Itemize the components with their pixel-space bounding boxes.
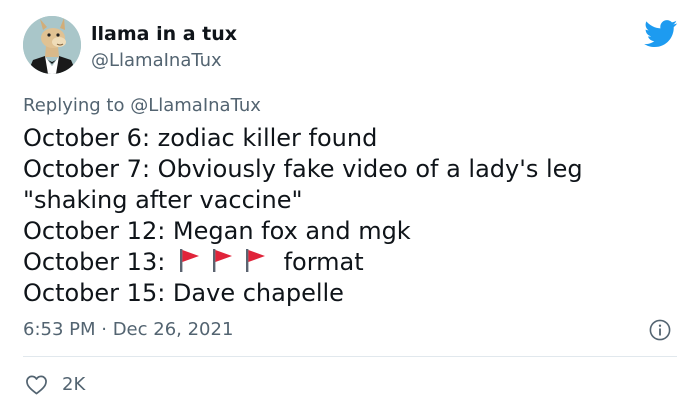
red-flag-emoji-icon	[212, 249, 232, 272]
divider	[23, 356, 677, 357]
like-button[interactable]: 2K	[25, 372, 85, 396]
flag-line-suffix: format	[283, 248, 364, 276]
body-line: October 15: Dave chapelle	[23, 279, 344, 307]
like-count: 2K	[62, 373, 86, 395]
tweet-timestamp[interactable]: 6:53 PM · Dec 26, 2021	[23, 319, 233, 340]
author-handle[interactable]: @LlamaInaTux	[91, 50, 222, 71]
twitter-bird-icon[interactable]	[644, 20, 678, 48]
tweet-card: llama in a tux @LlamaInaTux Replying to …	[0, 0, 700, 410]
llama-avatar-icon	[23, 16, 81, 74]
replying-to: Replying to @LlamaInaTux	[23, 95, 261, 116]
body-line-flags: October 13: format	[23, 247, 583, 278]
avatar[interactable]	[23, 16, 81, 74]
heart-icon	[26, 375, 47, 394]
replying-prefix: Replying to	[23, 95, 131, 116]
info-icon[interactable]	[649, 319, 671, 341]
author-display-name[interactable]: llama in a tux	[91, 23, 237, 45]
body-line: October 7: Obviously fake video of a lad…	[23, 155, 583, 183]
reply-mention-link[interactable]: @LlamaInaTux	[130, 95, 261, 116]
tweet-body: October 6: zodiac killer found October 7…	[23, 123, 583, 309]
body-line: "shaking after vaccine"	[23, 186, 303, 214]
body-line: October 6: zodiac killer found	[23, 124, 378, 152]
red-flag-emoji-icon	[245, 249, 265, 272]
red-flag-emoji-icon	[179, 249, 199, 272]
body-line: October 12: Megan fox and mgk	[23, 217, 411, 245]
flag-line-prefix: October 13:	[23, 248, 166, 276]
